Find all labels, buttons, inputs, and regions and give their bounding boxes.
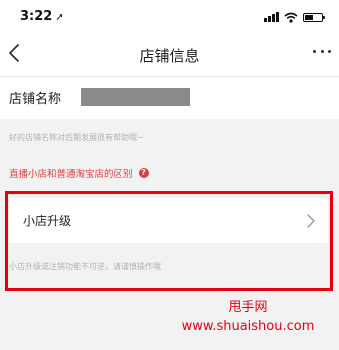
status-bar: 3:22 ➚ [0,0,339,32]
wifi-icon [284,12,298,23]
store-name-hint: 好的店铺名称对后期发展很有帮助哦~ [9,133,144,142]
page-title: 店铺信息 [139,47,200,65]
watermark-url: www.shuaishou.com [181,319,315,334]
help-icon[interactable]: ? [138,168,149,178]
time-text: 3:22 [20,9,53,24]
store-name-input[interactable] [81,88,190,106]
more-icon[interactable] [313,50,331,56]
cellular-signal-icon [264,12,279,22]
store-difference-link[interactable]: 直播小店和普通淘宝店的区别 ? [9,166,149,180]
status-indicators [264,11,325,23]
location-arrow-icon: ➚ [55,12,64,23]
store-name-label: 店铺名称 [9,92,62,107]
battery-icon [303,12,325,22]
battery-level [305,14,313,20]
watermark-name: 甩手网 [228,300,268,315]
highlight-annotation [5,191,333,291]
store-difference-text: 直播小店和普通淘宝店的区别 [9,169,133,180]
status-time: 3:22 ➚ [20,9,64,24]
navigation-bar: 店铺信息 [0,32,339,76]
store-name-row: 店铺名称 [0,76,339,119]
watermark: 甩手网 www.shuaishou.com [168,298,328,336]
